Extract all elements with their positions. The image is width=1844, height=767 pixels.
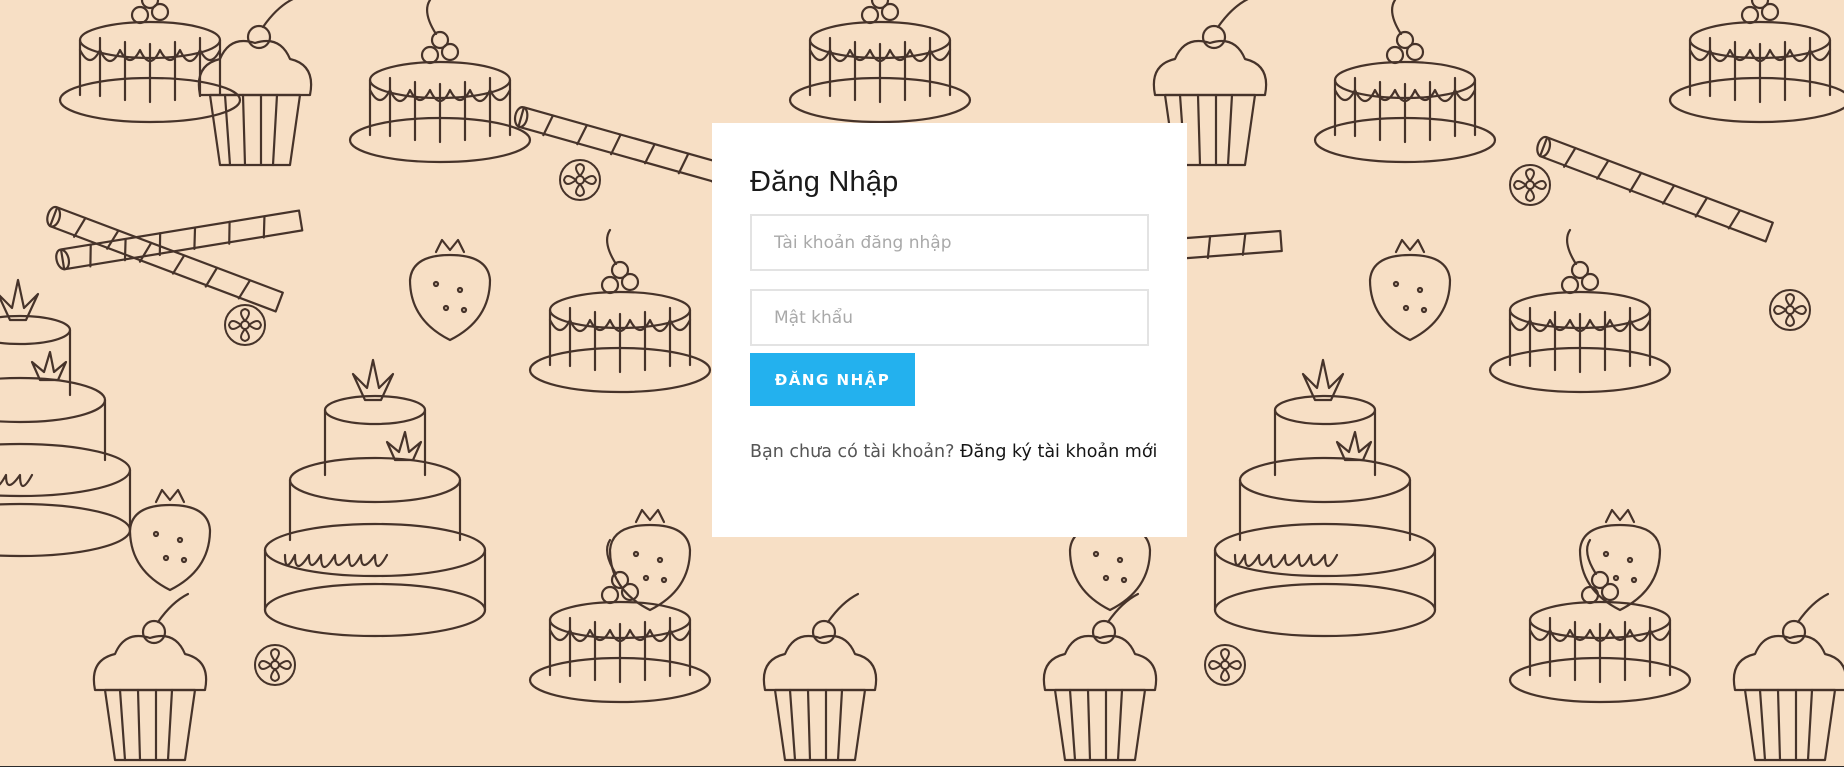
register-line: Bạn chưa có tài khoản? Đăng ký tài khoản…	[750, 442, 1157, 462]
login-title: Đăng Nhập	[750, 166, 899, 198]
username-input[interactable]	[750, 214, 1149, 271]
register-link[interactable]: Đăng ký tài khoản mới	[960, 442, 1157, 462]
password-input[interactable]	[750, 289, 1149, 346]
login-card: Đăng Nhập ĐĂNG NHẬP Bạn chưa có tài khoả…	[712, 123, 1187, 537]
register-prompt: Bạn chưa có tài khoản?	[750, 442, 955, 462]
login-button[interactable]: ĐĂNG NHẬP	[750, 353, 915, 406]
